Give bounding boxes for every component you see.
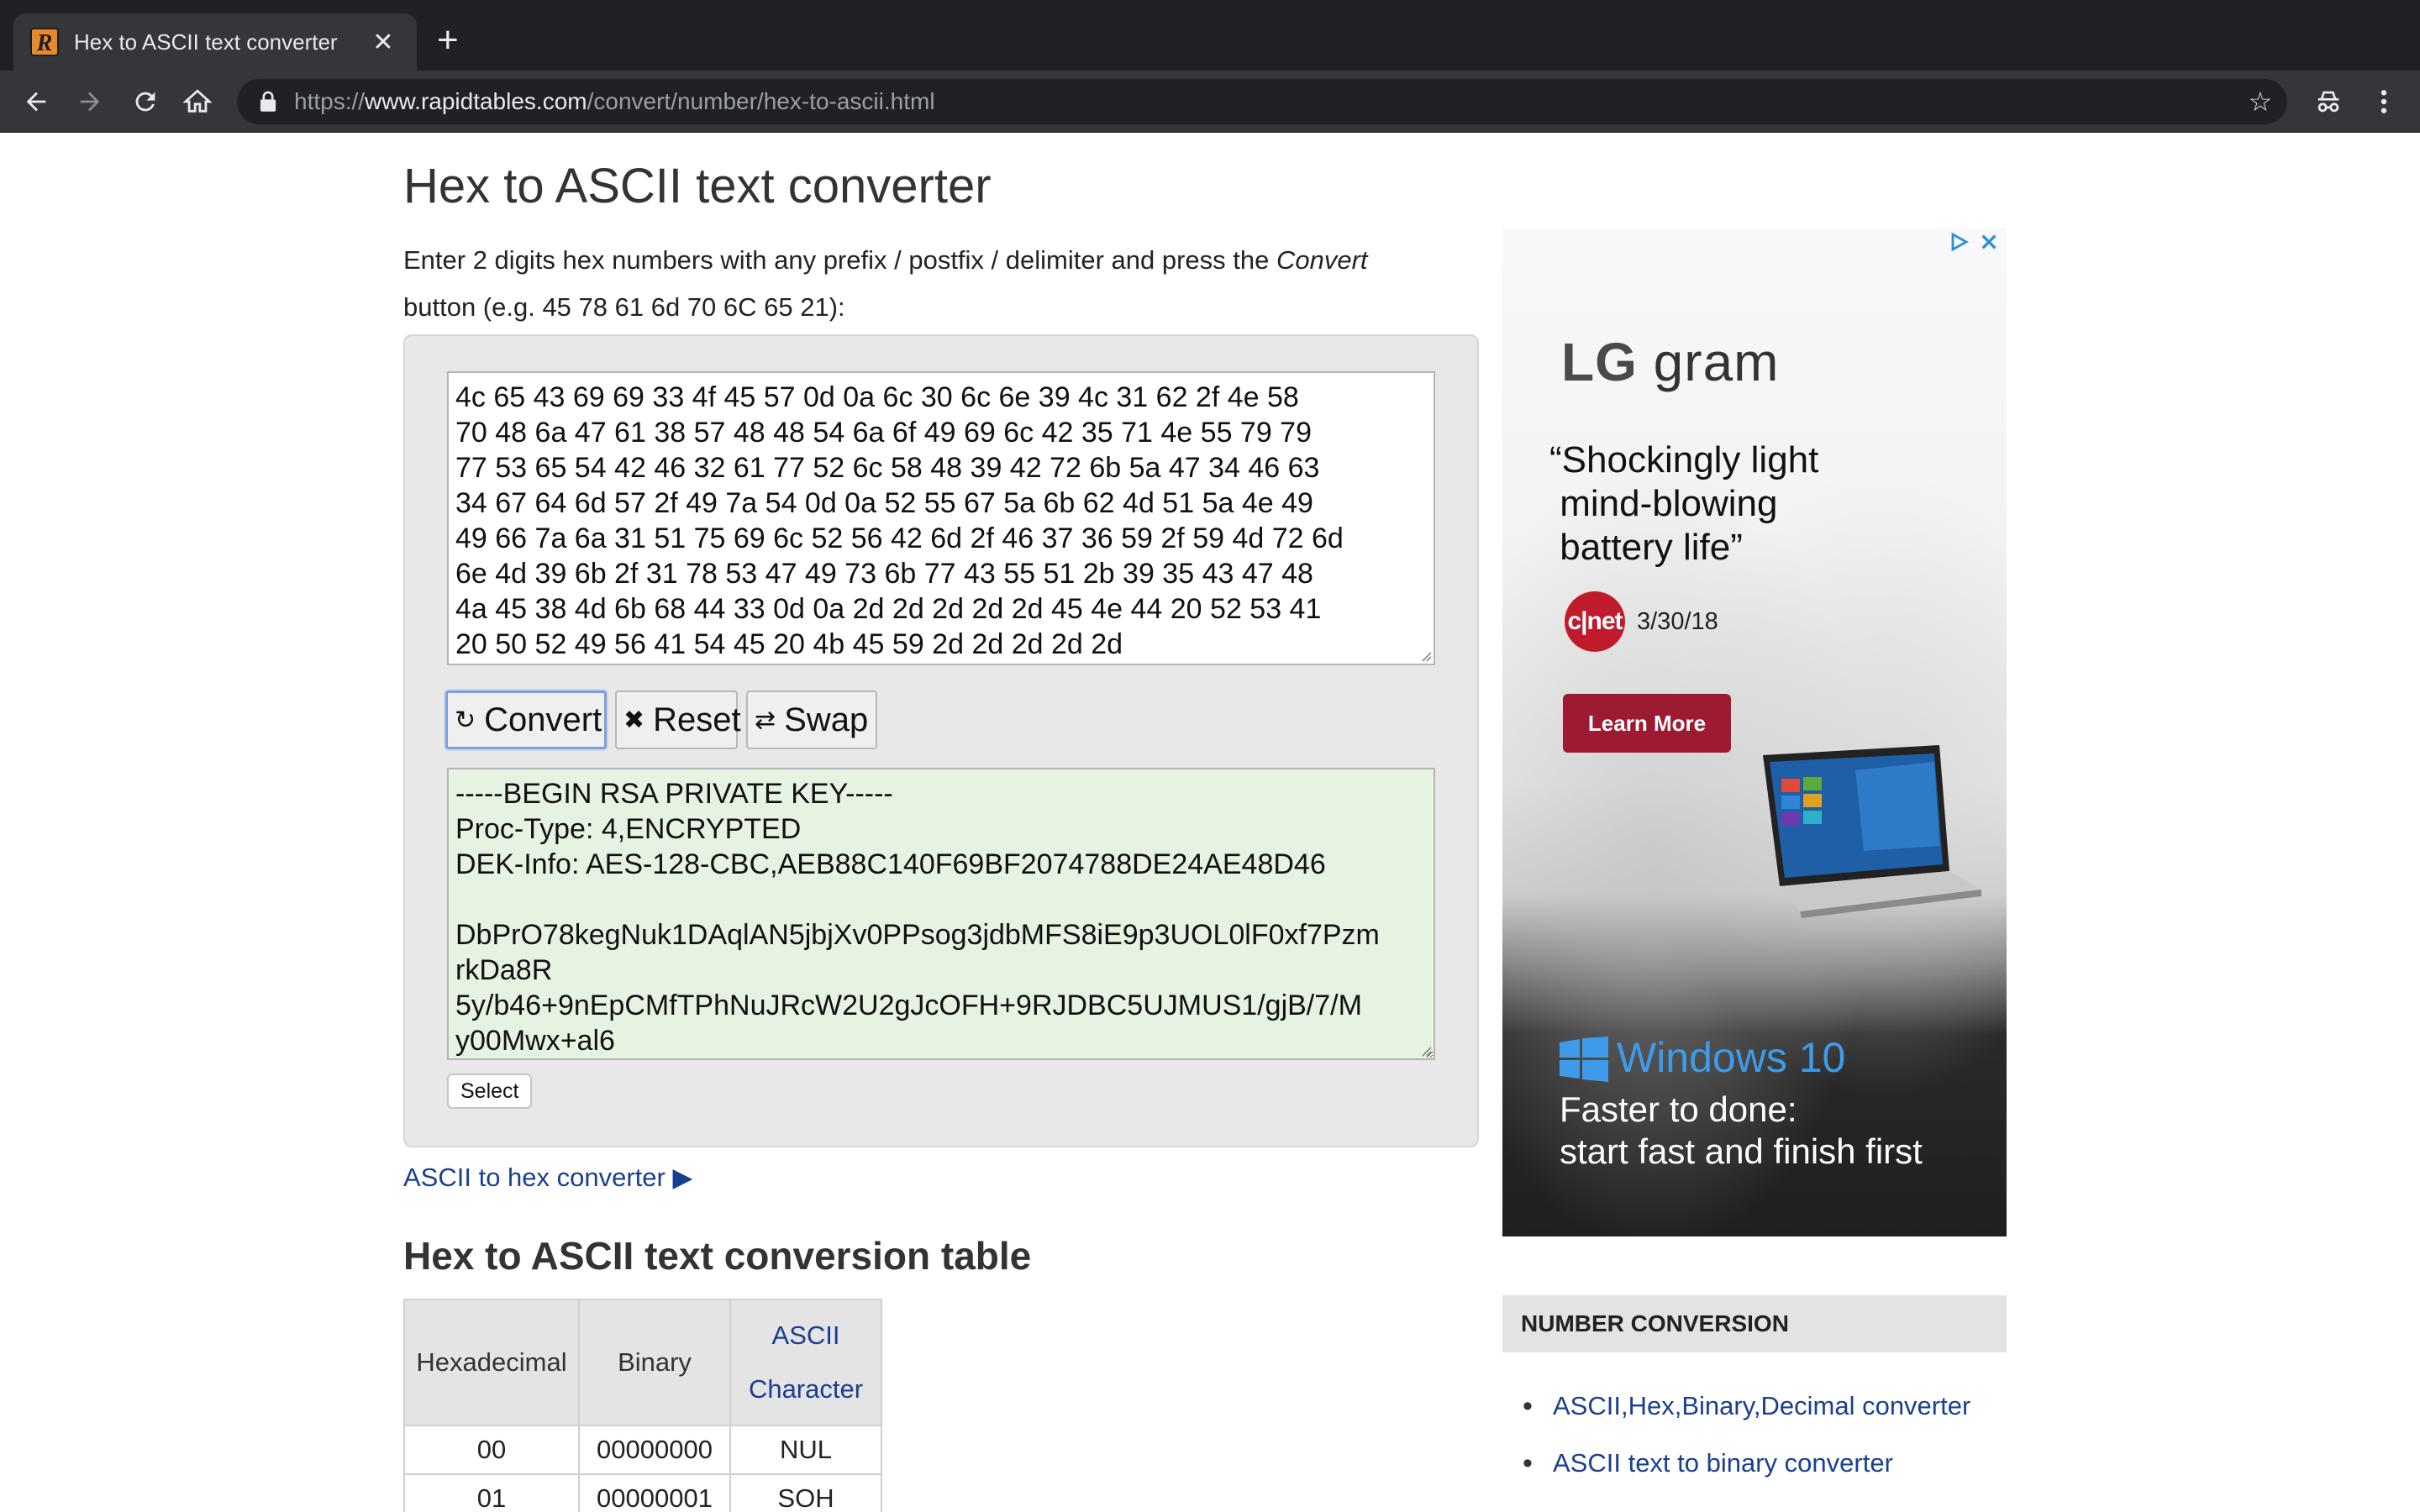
ad-brand-rest: gram: [1637, 332, 1780, 392]
hex-input[interactable]: 4c 65 43 69 69 33 4f 45 57 0d 0a 6c 30 6…: [447, 371, 1435, 665]
browser-tab[interactable]: R Hex to ASCII text converter ✕: [13, 13, 417, 71]
col-binary: Binary: [578, 1299, 731, 1426]
incognito-icon[interactable]: [2307, 71, 2349, 133]
ad-brand-bold: LG: [1561, 332, 1638, 392]
windows-10-text: Windows 10: [1617, 1034, 1846, 1081]
address-bar[interactable]: https://www.rapidtables.com/convert/numb…: [237, 79, 2287, 124]
back-icon[interactable]: [15, 71, 57, 133]
url-path: /convert/number/hex-to-ascii.html: [587, 88, 935, 114]
windows-logo-icon: [1560, 1037, 1608, 1082]
intro-text-emphasis: Convert: [1276, 245, 1368, 275]
ascii-output-resize-icon[interactable]: [1418, 1043, 1432, 1057]
lock-icon: [255, 89, 281, 114]
url-scheme: https://: [294, 88, 366, 114]
cell-binary: 00000000: [578, 1425, 731, 1475]
site-favicon-icon: R: [30, 28, 59, 56]
hex-input-resize-icon[interactable]: [1418, 648, 1432, 662]
table-row: 01 00000001 SOH: [403, 1473, 882, 1512]
ad-close-icon[interactable]: [1980, 233, 1998, 251]
ad-date: 3/30/18: [1637, 608, 1718, 635]
col-ascii-character[interactable]: ASCII Character: [729, 1299, 882, 1426]
tab-title: Hex to ASCII text converter: [74, 29, 338, 55]
convert-button[interactable]: ↻ Convert: [445, 690, 607, 749]
laptop-image: [1763, 745, 1981, 918]
conversion-table-title: Hex to ASCII text conversion table: [403, 1234, 1032, 1278]
tab-close-icon[interactable]: ✕: [366, 28, 400, 57]
url-host: www.rapidtables.com: [365, 88, 587, 114]
sidebar-heading: NUMBER CONVERSION: [1502, 1295, 2007, 1352]
col-ascii-line-2: Character: [748, 1374, 864, 1404]
sidebar-link[interactable]: ASCII,Hex,Binary,Decimal converter: [1523, 1378, 1970, 1435]
home-icon[interactable]: [176, 71, 218, 133]
browser-toolbar: https://www.rapidtables.com/convert/numb…: [0, 71, 2420, 133]
reload-icon[interactable]: [124, 71, 166, 133]
table-row: 00 00000000 NUL: [403, 1425, 882, 1475]
new-tab-icon[interactable]: +: [437, 22, 459, 59]
ad-choices[interactable]: [1949, 232, 1998, 252]
cell-binary: 00000001: [578, 1473, 731, 1512]
bookmark-star-icon[interactable]: ☆: [2235, 79, 2286, 124]
page-title: Hex to ASCII text converter: [403, 159, 992, 213]
intro-text: Enter 2 digits hex numbers with any pref…: [403, 237, 1428, 331]
cell-hex: 00: [403, 1425, 580, 1475]
menu-kebab-icon[interactable]: [2363, 71, 2405, 133]
adchoices-icon[interactable]: [1949, 232, 1970, 252]
conversion-table: Hexadecimal Binary ASCII Character 00 000…: [403, 1299, 882, 1512]
intro-text-start: Enter 2 digits hex numbers with any pref…: [403, 245, 1276, 275]
learn-more-button[interactable]: Learn More: [1563, 694, 1731, 753]
forward-icon[interactable]: [69, 71, 111, 133]
convert-button-label: Convert: [484, 701, 602, 738]
table-header-row: Hexadecimal Binary ASCII Character: [403, 1299, 882, 1426]
cell-hex: 01: [403, 1473, 580, 1512]
cell-ascii: NUL: [729, 1425, 882, 1475]
ad-brand-logo: LG gram: [1561, 331, 1779, 393]
col-hexadecimal: Hexadecimal: [403, 1299, 580, 1426]
swap-icon: ⇄: [755, 706, 776, 734]
select-button[interactable]: Select: [447, 1074, 533, 1109]
ascii-to-hex-link[interactable]: ASCII to hex converter ▶: [403, 1163, 692, 1193]
cnet-logo: c|net: [1565, 591, 1625, 652]
close-icon: ✖: [623, 706, 645, 734]
intro-text-end: button (e.g. 45 78 61 6d 70 6C 65 21):: [403, 292, 845, 322]
reset-button[interactable]: ✖ Reset: [615, 690, 741, 749]
ad-quote: “Shockingly light mind-blowing battery l…: [1549, 439, 1819, 568]
swap-button[interactable]: ⇄ Swap: [746, 690, 877, 749]
browser-tab-bar: R Hex to ASCII text converter ✕ +: [0, 0, 2420, 71]
ad-tagline: Faster to done: start fast and finish fi…: [1560, 1089, 1923, 1171]
swap-button-label: Swap: [784, 701, 869, 738]
advertisement[interactable]: LG gram “Shockingly light mind-blowing b…: [1502, 228, 2007, 1236]
reset-button-label: Reset: [653, 701, 741, 738]
sidebar-link-list: ASCII,Hex,Binary,Decimal converter ASCII…: [1523, 1378, 1970, 1492]
sidebar-link[interactable]: ASCII text to binary converter: [1523, 1435, 1970, 1492]
url-text: https://www.rapidtables.com/convert/numb…: [294, 88, 935, 115]
col-ascii-line-1: ASCII: [771, 1320, 840, 1350]
cell-ascii: SOH: [729, 1473, 882, 1512]
refresh-icon: ↻: [455, 706, 476, 734]
ascii-output[interactable]: -----BEGIN RSA PRIVATE KEY----- Proc-Typ…: [447, 768, 1435, 1060]
